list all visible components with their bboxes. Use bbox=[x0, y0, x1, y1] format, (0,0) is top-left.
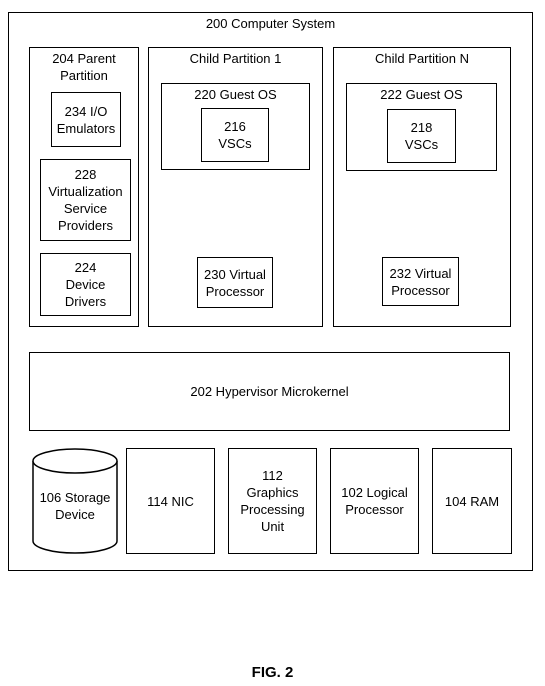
storage-device-label: 106 Storage Device bbox=[39, 490, 111, 522]
child-partition-n-label: Child Partition N bbox=[375, 51, 469, 66]
ram-label: 104 RAM bbox=[444, 493, 500, 509]
graphics-processing-unit: 112 Graphics Processing Unit bbox=[228, 448, 317, 554]
nic-label: 114 NIC bbox=[147, 493, 194, 509]
device-drivers: 224 Device Drivers bbox=[40, 253, 131, 316]
storage-device: 106 Storage Device bbox=[31, 447, 119, 555]
vscs-216-label: 216 VSCs bbox=[218, 119, 252, 151]
gpu-label: 112 Graphics Processing Unit bbox=[240, 468, 305, 534]
parent-partition-label: 204 Parent Partition bbox=[52, 51, 116, 83]
hypervisor-microkernel: 202 Hypervisor Microkernel bbox=[29, 352, 510, 431]
ram: 104 RAM bbox=[432, 448, 512, 554]
logical-processor-label: 102 Logical Processor bbox=[341, 485, 408, 517]
vscs-218: 218 VSCs bbox=[387, 109, 456, 163]
vscs-216: 216 VSCs bbox=[201, 108, 269, 162]
virtualization-service-providers: 228 Virtualization Service Providers bbox=[40, 159, 131, 241]
nic: 114 NIC bbox=[126, 448, 215, 554]
device-drivers-label: 224 Device Drivers bbox=[64, 260, 107, 309]
vsp-label: 228 Virtualization Service Providers bbox=[48, 167, 123, 233]
virtual-processor-230-label: 230 Virtual Processor bbox=[204, 266, 266, 299]
io-emulators: 234 I/O Emulators bbox=[51, 92, 121, 147]
guest-os-222-label: 222 Guest OS bbox=[380, 87, 463, 102]
virtual-processor-232: 232 Virtual Processor bbox=[382, 257, 459, 306]
virtual-processor-232-label: 232 Virtual Processor bbox=[389, 265, 452, 298]
hypervisor-label: 202 Hypervisor Microkernel bbox=[190, 384, 349, 399]
virtual-processor-230: 230 Virtual Processor bbox=[197, 257, 273, 308]
io-emulators-label: 234 I/O Emulators bbox=[56, 103, 116, 136]
vscs-218-label: 218 VSCs bbox=[404, 120, 439, 152]
guest-os-220-label: 220 Guest OS bbox=[194, 87, 277, 102]
child-partition-1-label: Child Partition 1 bbox=[189, 51, 282, 66]
computer-system-label: 200 Computer System bbox=[205, 16, 336, 31]
logical-processor: 102 Logical Processor bbox=[330, 448, 419, 554]
figure-label: FIG. 2 bbox=[251, 664, 294, 681]
